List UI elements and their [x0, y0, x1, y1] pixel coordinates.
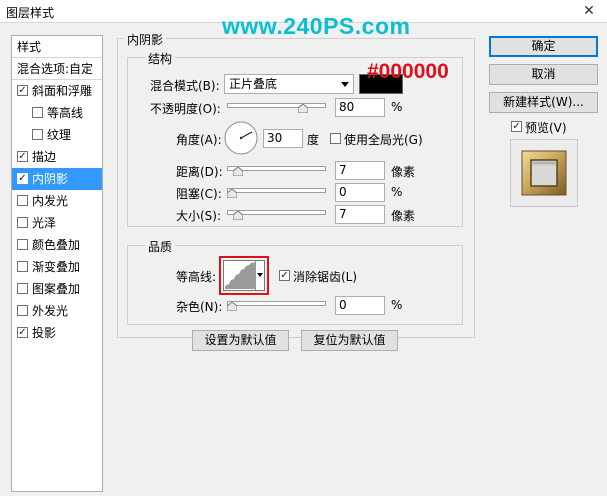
sidebar-item-6[interactable]: 光泽: [12, 212, 102, 234]
sidebar-checkbox[interactable]: ✓: [17, 151, 28, 162]
sidebar-item-10[interactable]: 外发光: [12, 300, 102, 322]
cancel-button[interactable]: 取消: [489, 64, 598, 85]
noise-slider-thumb[interactable]: [227, 302, 237, 311]
sidebar-item-label: 颜色叠加: [32, 238, 81, 252]
choke-label: 阻塞(C):: [176, 187, 222, 201]
distance-label: 距离(D):: [176, 165, 223, 179]
sidebar-checkbox[interactable]: ✓: [17, 85, 28, 96]
use-global-light-label: 使用全局光(G): [344, 133, 423, 147]
sidebar-item-label: 图案叠加: [32, 282, 81, 296]
sidebar-item-label: 投影: [32, 326, 57, 340]
noise-unit: %: [391, 298, 403, 312]
sidebar-item-4[interactable]: ✓ 内阴影: [12, 168, 102, 190]
choke-slider-track[interactable]: [227, 188, 326, 193]
angle-unit: 度: [307, 133, 320, 147]
preview-frame-image: [521, 150, 567, 196]
sidebar-checkbox[interactable]: [17, 261, 28, 272]
opacity-input[interactable]: 80: [335, 98, 385, 117]
chevron-down-icon: [341, 82, 349, 87]
anti-alias-checkbox[interactable]: ✓: [279, 270, 290, 281]
sidebar-item-label: 描边: [32, 150, 57, 164]
opacity-slider-track[interactable]: [227, 103, 326, 108]
sidebar-item-3[interactable]: ✓ 描边: [12, 146, 102, 168]
preview-checkbox[interactable]: ✓: [511, 121, 522, 132]
color-hex-annotation: #000000: [367, 60, 449, 83]
contour-curve-icon: [225, 262, 256, 289]
contour-label: 等高线:: [176, 270, 217, 284]
sidebar-item-label: 纹理: [47, 128, 72, 142]
noise-slider-track[interactable]: [227, 301, 326, 306]
distance-slider-thumb[interactable]: [233, 167, 244, 176]
sidebar-item-0[interactable]: ✓ 斜面和浮雕: [12, 80, 102, 102]
noise-input[interactable]: 0: [335, 296, 385, 315]
sidebar-item-label: 内阴影: [32, 172, 69, 186]
sidebar-item-9[interactable]: 图案叠加: [12, 278, 102, 300]
choke-slider-thumb[interactable]: [227, 189, 237, 198]
sidebar-header-styles[interactable]: 样式: [12, 36, 102, 58]
size-label: 大小(S):: [176, 209, 222, 223]
style-preview-thumbnail: [510, 139, 578, 207]
sidebar-item-8[interactable]: 渐变叠加: [12, 256, 102, 278]
new-style-button[interactable]: 新建样式(W)...: [489, 92, 598, 113]
sidebar-checkbox[interactable]: [32, 107, 43, 118]
structure-title: 结构: [145, 50, 176, 67]
sidebar-checkbox[interactable]: [17, 283, 28, 294]
blend-mode-dropdown[interactable]: 正片叠底: [224, 74, 354, 94]
sidebar-item-label: 光泽: [32, 216, 57, 230]
sidebar-item-1[interactable]: 等高线: [12, 102, 102, 124]
size-slider-thumb[interactable]: [233, 211, 244, 220]
use-global-light-checkbox[interactable]: [330, 133, 341, 144]
sidebar-checkbox[interactable]: [17, 217, 28, 228]
sidebar-item-11[interactable]: ✓ 投影: [12, 322, 102, 344]
reset-default-button[interactable]: 复位为默认值: [301, 330, 398, 351]
sidebar-item-label: 等高线: [47, 106, 84, 120]
watermark: www.240PS.com: [222, 13, 411, 39]
sidebar-checkbox[interactable]: ✓: [17, 327, 28, 338]
preview-label: 预览(V): [525, 121, 567, 135]
choke-input[interactable]: 0: [335, 183, 385, 202]
sidebar-item-7[interactable]: 颜色叠加: [12, 234, 102, 256]
sidebar-checkbox[interactable]: [17, 305, 28, 316]
ok-button[interactable]: 确定: [489, 36, 598, 57]
sidebar-checkbox[interactable]: [17, 195, 28, 206]
contour-dropdown-arrow[interactable]: [255, 261, 264, 290]
sidebar-item-label: 外发光: [32, 304, 69, 318]
blend-mode-label: 混合模式(B):: [150, 79, 220, 93]
size-input[interactable]: 7: [335, 205, 385, 224]
opacity-slider-thumb[interactable]: [298, 104, 309, 113]
angle-input[interactable]: 30: [263, 129, 303, 148]
opacity-label: 不透明度(O):: [150, 102, 221, 116]
size-unit: 像素: [391, 209, 416, 223]
anti-alias-label: 消除锯齿(L): [293, 270, 358, 284]
sidebar-item-5[interactable]: 内发光: [12, 190, 102, 212]
sidebar-item-label: 内发光: [32, 194, 69, 208]
sidebar-blending-options[interactable]: 混合选项:自定: [12, 58, 102, 80]
blend-mode-value: 正片叠底: [229, 77, 278, 91]
sidebar-checkbox[interactable]: [17, 239, 28, 250]
angle-label: 角度(A):: [176, 133, 222, 147]
chevron-down-icon: [257, 273, 263, 277]
sidebar-item-label: 斜面和浮雕: [32, 84, 93, 98]
sidebar-checkbox[interactable]: ✓: [17, 173, 28, 184]
choke-unit: %: [391, 185, 403, 199]
make-default-button[interactable]: 设置为默认值: [192, 330, 289, 351]
style-list: 样式 混合选项:自定 ✓ 斜面和浮雕等高线纹理 ✓ 描边 ✓ 内阴影内发光光泽颜色叠加渐变…: [11, 35, 103, 492]
distance-unit: 像素: [391, 165, 416, 179]
opacity-unit: %: [391, 100, 403, 114]
sidebar-item-2[interactable]: 纹理: [12, 124, 102, 146]
quality-title: 品质: [145, 238, 176, 255]
section-title: 内阴影: [124, 31, 167, 48]
sidebar-item-label: 渐变叠加: [32, 260, 81, 274]
close-button[interactable]: ✕: [578, 2, 600, 20]
contour-picker[interactable]: [223, 260, 265, 291]
noise-label: 杂色(N):: [176, 300, 223, 314]
window-title: 图层样式: [6, 6, 55, 20]
distance-input[interactable]: 7: [335, 161, 385, 180]
sidebar-checkbox[interactable]: [32, 129, 43, 140]
angle-dial[interactable]: [224, 121, 258, 155]
